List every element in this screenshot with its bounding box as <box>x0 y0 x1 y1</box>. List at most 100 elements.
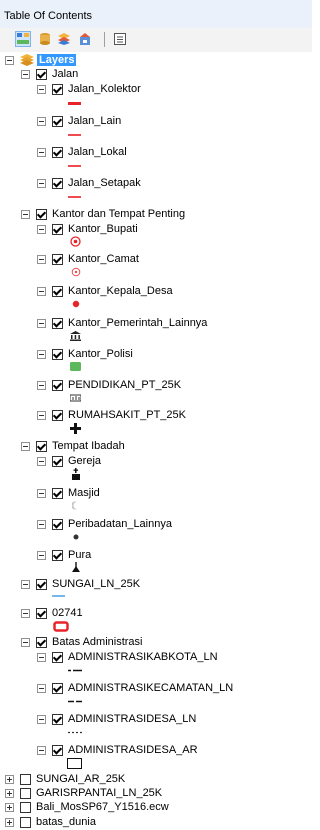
list-by-drawing-order-icon[interactable] <box>15 31 31 47</box>
hollow-polygon-symbol <box>67 758 82 769</box>
collapse-toggle[interactable] <box>37 147 46 157</box>
visibility-checkbox[interactable] <box>36 68 47 80</box>
collapse-toggle[interactable] <box>37 488 46 498</box>
visibility-checkbox[interactable] <box>36 636 47 648</box>
list-by-visibility-icon[interactable] <box>56 31 72 47</box>
layer-rumahsakit[interactable]: RUMAHSAKIT_PT_25K <box>37 407 186 423</box>
visibility-checkbox[interactable] <box>52 682 63 694</box>
visibility-checkbox[interactable] <box>52 455 63 467</box>
visibility-checkbox[interactable] <box>20 801 31 813</box>
visibility-checkbox[interactable] <box>52 379 63 391</box>
visibility-checkbox[interactable] <box>20 773 31 785</box>
layer-kantor-camat[interactable]: Kantor_Camat <box>37 251 139 267</box>
layer-jalan-setapak[interactable]: Jalan_Setapak <box>37 175 141 191</box>
layer-kantor-kepala-desa[interactable]: Kantor_Kepala_Desa <box>37 283 173 299</box>
visibility-checkbox[interactable] <box>52 348 63 360</box>
church-icon <box>72 468 80 480</box>
collapse-toggle[interactable] <box>37 519 46 529</box>
window-title: Table Of Contents <box>4 10 93 22</box>
layer-sungai-ln[interactable]: SUNGAI_LN_25K <box>21 576 140 592</box>
options-icon[interactable] <box>112 31 128 47</box>
layer-adm-desa-ar[interactable]: ADMINISTRASIDESA_AR <box>37 742 198 758</box>
collapse-toggle[interactable] <box>5 55 14 65</box>
layer-kantor-polisi[interactable]: Kantor_Polisi <box>37 346 133 362</box>
collapse-toggle[interactable] <box>37 286 46 296</box>
layer-adm-kecamatan[interactable]: ADMINISTRASIKECAMATAN_LN <box>37 680 233 696</box>
collapse-toggle[interactable] <box>37 254 46 264</box>
layer-adm-desa-ln[interactable]: ADMINISTRASIDESA_LN <box>37 711 196 727</box>
expand-toggle[interactable] <box>5 817 14 827</box>
group-kantor[interactable]: Kantor dan Tempat Penting <box>21 206 185 222</box>
layer-pendidikan[interactable]: PENDIDIKAN_PT_25K <box>37 377 181 393</box>
visibility-checkbox[interactable] <box>52 487 63 499</box>
expand-toggle[interactable] <box>5 774 14 784</box>
visibility-checkbox[interactable] <box>52 285 63 297</box>
visibility-checkbox[interactable] <box>52 115 63 127</box>
expand-toggle[interactable] <box>5 802 14 812</box>
visibility-checkbox[interactable] <box>52 317 63 329</box>
layer-jalan-lokal[interactable]: Jalan_Lokal <box>37 144 127 160</box>
layer-kantor-bupati[interactable]: Kantor_Bupati <box>37 221 138 237</box>
group-batas-administrasi[interactable]: Batas Administrasi <box>21 634 142 650</box>
collapse-toggle[interactable] <box>37 550 46 560</box>
collapse-toggle[interactable] <box>21 441 30 451</box>
layer-adm-kabkota[interactable]: ADMINISTRASIKABKOTA_LN <box>37 649 218 665</box>
list-by-selection-icon[interactable] <box>77 31 93 47</box>
visibility-checkbox[interactable] <box>52 651 63 663</box>
layer-bali-mosaic[interactable]: Bali_MosSP67_Y1516.ecw <box>5 799 169 815</box>
visibility-checkbox[interactable] <box>20 787 31 799</box>
collapse-toggle[interactable] <box>37 224 46 234</box>
collapse-toggle[interactable] <box>37 318 46 328</box>
collapse-toggle[interactable] <box>21 69 30 79</box>
layers-icon <box>20 54 34 66</box>
collapse-toggle[interactable] <box>37 683 46 693</box>
list-by-source-icon[interactable] <box>37 31 53 47</box>
group-jalan[interactable]: Jalan <box>21 66 78 82</box>
collapse-toggle[interactable] <box>21 608 30 618</box>
visibility-checkbox[interactable] <box>52 177 63 189</box>
layer-label: GARISRPANTAI_LN_25K <box>36 787 163 799</box>
visibility-checkbox[interactable] <box>52 223 63 235</box>
visibility-checkbox[interactable] <box>36 578 47 590</box>
collapse-toggle[interactable] <box>37 380 46 390</box>
collapse-toggle[interactable] <box>37 349 46 359</box>
visibility-checkbox[interactable] <box>52 253 63 265</box>
layer-pura[interactable]: Pura <box>37 547 91 563</box>
group-tempat-ibadah[interactable]: Tempat Ibadah <box>21 438 125 454</box>
visibility-checkbox[interactable] <box>20 816 31 828</box>
visibility-checkbox[interactable] <box>36 440 47 452</box>
layer-label: 02741 <box>52 607 83 619</box>
collapse-toggle[interactable] <box>37 178 46 188</box>
visibility-checkbox[interactable] <box>52 744 63 756</box>
layer-kantor-pemerintah-lainnya[interactable]: Kantor_Pemerintah_Lainnya <box>37 315 207 331</box>
expand-toggle[interactable] <box>5 788 14 798</box>
collapse-toggle[interactable] <box>21 209 30 219</box>
visibility-checkbox[interactable] <box>52 713 63 725</box>
layer-gereja[interactable]: Gereja <box>37 453 101 469</box>
collapse-toggle[interactable] <box>37 410 46 420</box>
layer-batas-dunia[interactable]: batas_dunia <box>5 814 96 830</box>
visibility-checkbox[interactable] <box>52 146 63 158</box>
layer-masjid[interactable]: Masjid <box>37 485 100 501</box>
collapse-toggle[interactable] <box>37 456 46 466</box>
visibility-checkbox[interactable] <box>52 83 63 95</box>
layer-jalan-lain[interactable]: Jalan_Lain <box>37 113 121 129</box>
layer-peribadatan-lainnya[interactable]: Peribadatan_Lainnya <box>37 516 172 532</box>
collapse-toggle[interactable] <box>21 637 30 647</box>
visibility-checkbox[interactable] <box>52 409 63 421</box>
line-symbol <box>68 196 81 198</box>
visibility-checkbox[interactable] <box>36 607 47 619</box>
collapse-toggle[interactable] <box>37 714 46 724</box>
collapse-toggle[interactable] <box>37 116 46 126</box>
collapse-toggle[interactable] <box>37 745 46 755</box>
collapse-toggle[interactable] <box>37 652 46 662</box>
layer-jalan-kolektor[interactable]: Jalan_Kolektor <box>37 81 141 97</box>
visibility-checkbox[interactable] <box>36 208 47 220</box>
visibility-checkbox[interactable] <box>52 518 63 530</box>
collapse-toggle[interactable] <box>37 84 46 94</box>
layer-02741[interactable]: 02741 <box>21 605 83 621</box>
collapse-toggle[interactable] <box>21 579 30 589</box>
layer-label: Kantor_Camat <box>68 253 139 265</box>
visibility-checkbox[interactable] <box>52 549 63 561</box>
school-icon <box>70 394 81 402</box>
